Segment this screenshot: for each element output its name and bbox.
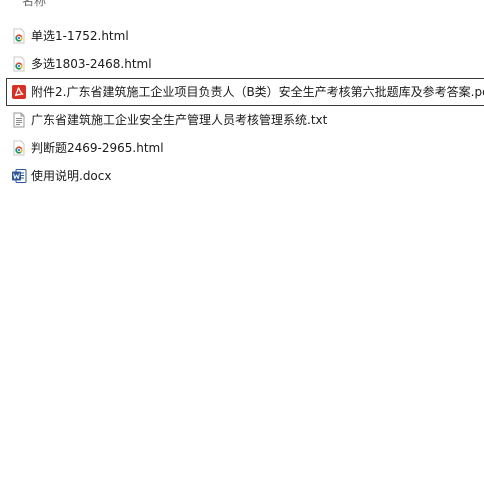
file-row[interactable]: 单选1-1752.html: [0, 22, 484, 50]
column-header[interactable]: 名称: [0, 0, 484, 9]
file-row[interactable]: 判断题2469-2965.html: [0, 134, 484, 162]
file-name: 判断题2469-2965.html: [31, 141, 164, 155]
chrome-html-icon: [11, 140, 27, 156]
word-doc-icon: [11, 168, 27, 184]
file-list: 单选1-1752.html 多选1803-2468.html 附件2.广东省建筑…: [0, 22, 484, 190]
name-column-header[interactable]: 名称: [22, 0, 46, 9]
file-name: 单选1-1752.html: [31, 29, 129, 43]
file-name: 使用说明.docx: [31, 169, 112, 183]
chrome-html-icon: [11, 28, 27, 44]
chrome-html-icon: [11, 56, 27, 72]
file-name: 附件2.广东省建筑施工企业项目负责人（B类）安全生产考核第六批题库及参考答案.p…: [31, 85, 484, 99]
file-row[interactable]: 多选1803-2468.html: [0, 50, 484, 78]
file-row-selected[interactable]: 附件2.广东省建筑施工企业项目负责人（B类）安全生产考核第六批题库及参考答案.p…: [6, 78, 484, 106]
text-file-icon: [11, 112, 27, 128]
file-name: 多选1803-2468.html: [31, 57, 152, 71]
file-name: 广东省建筑施工企业安全生产管理人员考核管理系统.txt: [31, 113, 328, 127]
file-row[interactable]: 广东省建筑施工企业安全生产管理人员考核管理系统.txt: [0, 106, 484, 134]
file-row[interactable]: 使用说明.docx: [0, 162, 484, 190]
pdf-icon: [11, 84, 27, 100]
